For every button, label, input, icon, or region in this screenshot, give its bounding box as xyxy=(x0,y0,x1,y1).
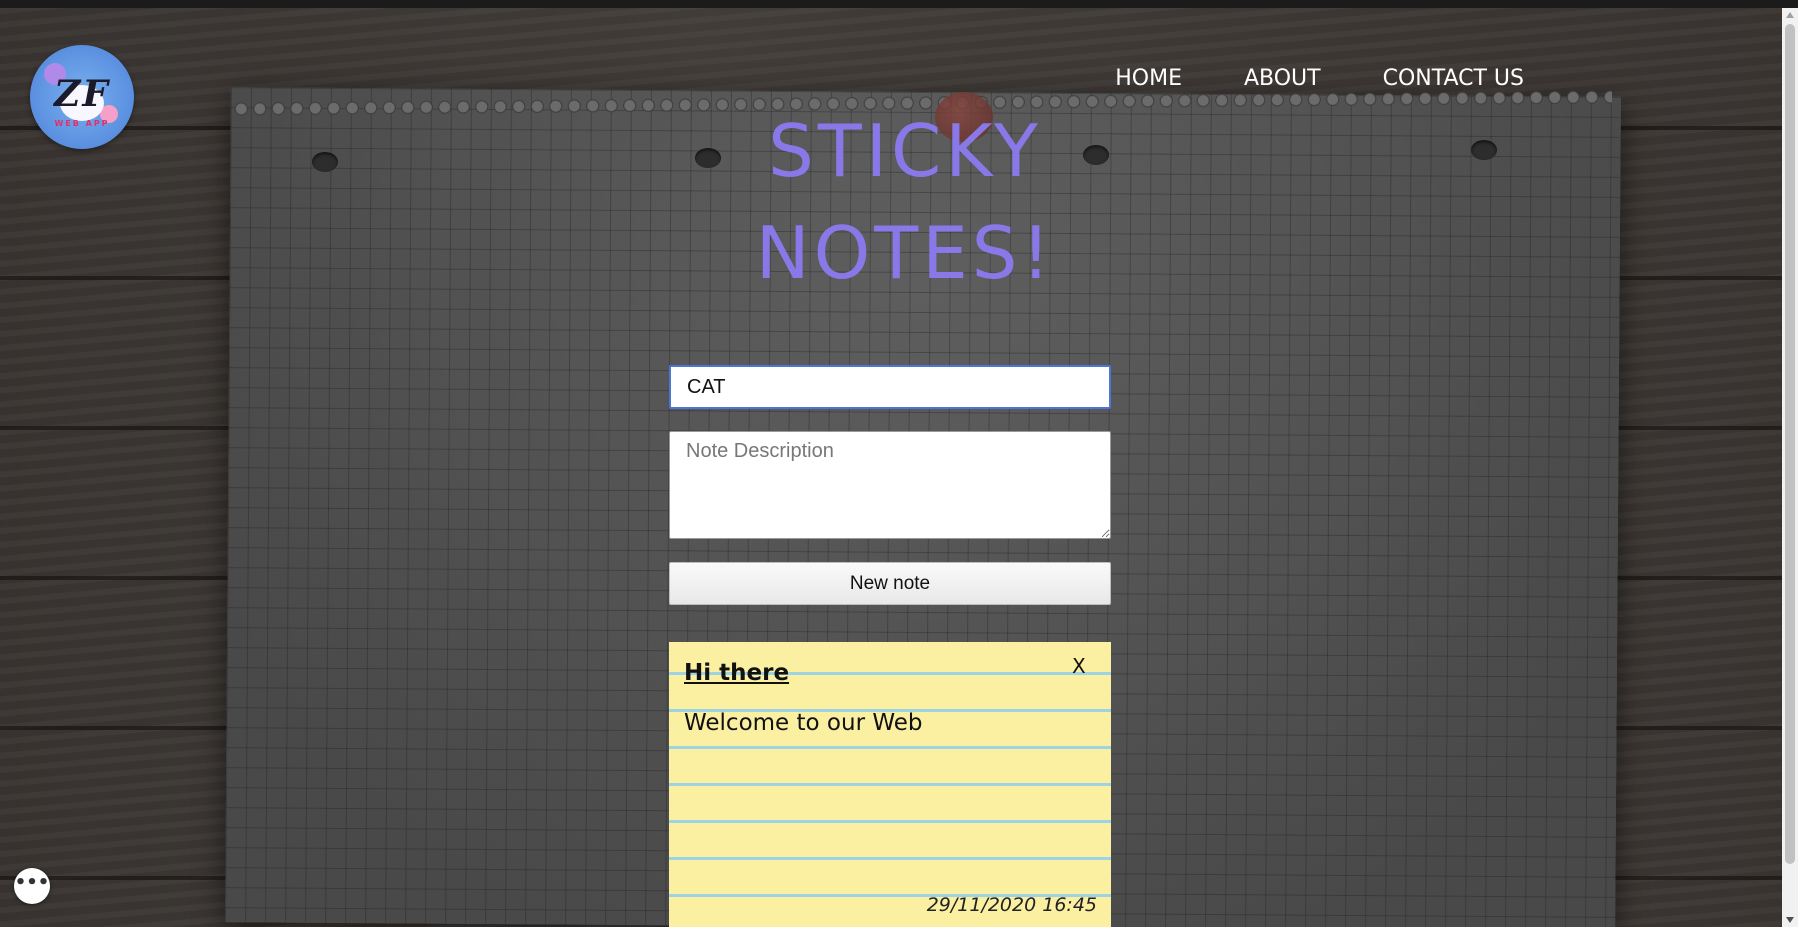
nav-contact-link[interactable]: CONTACT US xyxy=(1383,66,1524,91)
note-description-input[interactable] xyxy=(669,431,1111,539)
note-title-input[interactable] xyxy=(669,365,1111,409)
scroll-down-arrow-icon[interactable] xyxy=(1786,917,1794,923)
chat-button[interactable]: ••• xyxy=(14,868,50,904)
nav-home-link[interactable]: HOME xyxy=(1115,66,1182,91)
logo-letters: ZF xyxy=(54,73,110,115)
note-body: Welcome to our Web xyxy=(684,710,923,736)
scroll-up-arrow-icon[interactable] xyxy=(1786,12,1794,18)
more-dots-icon: ••• xyxy=(14,872,50,893)
site-logo[interactable]: ZF WEB APP xyxy=(30,45,134,149)
page-scrollbar[interactable] xyxy=(1782,8,1798,927)
app-root: ZF WEB APP HOME ABOUT CONTACT US STICKY … xyxy=(0,0,1798,927)
new-note-button[interactable]: New note xyxy=(669,562,1111,605)
window-top-strip xyxy=(0,0,1798,8)
note-title: Hi there xyxy=(684,660,790,686)
page-title: STICKY NOTES! xyxy=(700,100,1110,304)
scrollbar-thumb[interactable] xyxy=(1785,24,1795,864)
page-title-line: STICKY xyxy=(768,109,1042,193)
page-title-line: NOTES! xyxy=(755,211,1055,295)
main-nav: HOME ABOUT CONTACT US xyxy=(1053,66,1524,91)
note-close-button[interactable]: X xyxy=(1072,654,1086,678)
logo-subtitle: WEB APP xyxy=(54,119,110,128)
nav-about-link[interactable]: ABOUT xyxy=(1244,66,1321,91)
note-timestamp: 29/11/2020 16:45 xyxy=(926,894,1097,916)
sticky-note: Hi there X Welcome to our Web 29/11/2020… xyxy=(669,642,1111,927)
